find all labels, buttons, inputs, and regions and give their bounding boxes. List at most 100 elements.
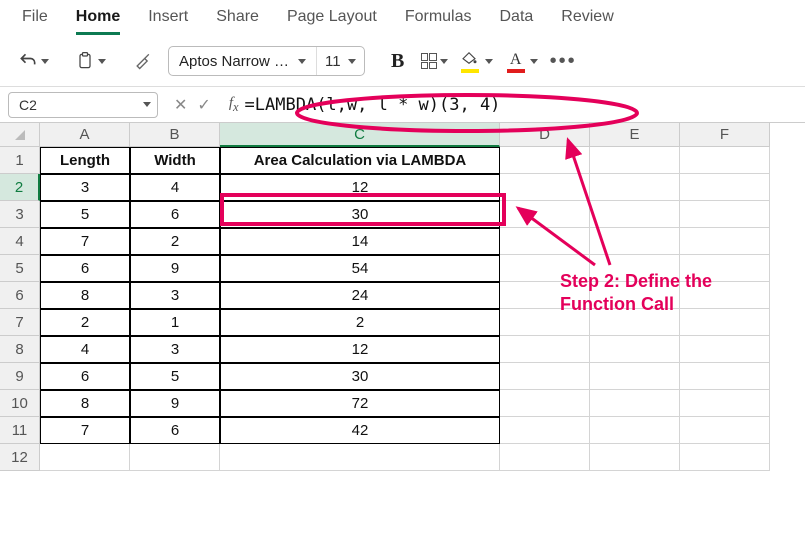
cell-c12[interactable]	[220, 444, 500, 471]
cell-a8[interactable]: 4	[40, 336, 130, 363]
name-box[interactable]: C2	[8, 92, 158, 118]
cell-e9[interactable]	[590, 363, 680, 390]
tab-data[interactable]: Data	[500, 8, 534, 32]
row-header-10[interactable]: 10	[0, 390, 40, 417]
cell-a10[interactable]: 8	[40, 390, 130, 417]
cell-d2[interactable]	[500, 174, 590, 201]
font-color-button[interactable]: A	[501, 46, 542, 76]
tab-insert[interactable]: Insert	[148, 8, 188, 32]
col-header-c[interactable]: C	[220, 123, 500, 147]
cell-f9[interactable]	[680, 363, 770, 390]
row-header-3[interactable]: 3	[0, 201, 40, 228]
cell-f10[interactable]	[680, 390, 770, 417]
tab-page-layout[interactable]: Page Layout	[287, 8, 377, 32]
cancel-formula-button[interactable]: ✕	[174, 95, 187, 115]
cell-d3[interactable]	[500, 201, 590, 228]
cell-d1[interactable]	[500, 147, 590, 174]
font-size-dropdown[interactable]: 11	[317, 53, 364, 70]
accept-formula-button[interactable]: ✓	[197, 95, 210, 115]
col-header-f[interactable]: F	[680, 123, 770, 147]
cell-a7[interactable]: 2	[40, 309, 130, 336]
bold-button[interactable]: B	[383, 46, 413, 76]
col-header-b[interactable]: B	[130, 123, 220, 147]
row-header-8[interactable]: 8	[0, 336, 40, 363]
row-header-9[interactable]: 9	[0, 363, 40, 390]
cell-f2[interactable]	[680, 174, 770, 201]
cell-c4[interactable]: 14	[220, 228, 500, 255]
cell-f4[interactable]	[680, 228, 770, 255]
cell-e3[interactable]	[590, 201, 680, 228]
cell-b12[interactable]	[130, 444, 220, 471]
col-header-e[interactable]: E	[590, 123, 680, 147]
tab-file[interactable]: File	[22, 8, 48, 32]
tab-home[interactable]: Home	[76, 8, 120, 35]
cell-c2[interactable]: 12	[220, 174, 500, 201]
cell-c9[interactable]: 30	[220, 363, 500, 390]
cell-e1[interactable]	[590, 147, 680, 174]
cell-c7[interactable]: 2	[220, 309, 500, 336]
row-header-7[interactable]: 7	[0, 309, 40, 336]
cell-c8[interactable]: 12	[220, 336, 500, 363]
cell-c11[interactable]: 42	[220, 417, 500, 444]
cell-f1[interactable]	[680, 147, 770, 174]
format-painter-button[interactable]	[128, 46, 158, 76]
row-header-6[interactable]: 6	[0, 282, 40, 309]
cell-a3[interactable]: 5	[40, 201, 130, 228]
row-header-1[interactable]: 1	[0, 147, 40, 174]
row-header-12[interactable]: 12	[0, 444, 40, 471]
cell-f8[interactable]	[680, 336, 770, 363]
col-header-d[interactable]: D	[500, 123, 590, 147]
tab-share[interactable]: Share	[216, 8, 259, 32]
cell-a12[interactable]	[40, 444, 130, 471]
cell-e2[interactable]	[590, 174, 680, 201]
cell-f11[interactable]	[680, 417, 770, 444]
cell-b4[interactable]: 2	[130, 228, 220, 255]
cell-d9[interactable]	[500, 363, 590, 390]
formula-input[interactable]: =LAMBDA(l,w, l * w)(3, 4)	[245, 95, 501, 115]
row-header-5[interactable]: 5	[0, 255, 40, 282]
cell-f12[interactable]	[680, 444, 770, 471]
col-header-a[interactable]: A	[40, 123, 130, 147]
cell-a5[interactable]: 6	[40, 255, 130, 282]
row-header-2[interactable]: 2	[0, 174, 40, 201]
cell-b5[interactable]: 9	[130, 255, 220, 282]
tab-formulas[interactable]: Formulas	[405, 8, 472, 32]
cell-b7[interactable]: 1	[130, 309, 220, 336]
cell-a4[interactable]: 7	[40, 228, 130, 255]
fill-color-button[interactable]	[456, 46, 497, 76]
more-commands-button[interactable]: •••	[550, 50, 577, 73]
cell-e4[interactable]	[590, 228, 680, 255]
cell-e11[interactable]	[590, 417, 680, 444]
cell-b10[interactable]: 9	[130, 390, 220, 417]
cell-e10[interactable]	[590, 390, 680, 417]
cell-d4[interactable]	[500, 228, 590, 255]
cell-d10[interactable]	[500, 390, 590, 417]
cell-b3[interactable]: 6	[130, 201, 220, 228]
cell-a6[interactable]: 8	[40, 282, 130, 309]
row-header-4[interactable]: 4	[0, 228, 40, 255]
borders-button[interactable]	[417, 46, 452, 76]
cell-d8[interactable]	[500, 336, 590, 363]
cell-a2[interactable]: 3	[40, 174, 130, 201]
cell-e8[interactable]	[590, 336, 680, 363]
cell-c6[interactable]: 24	[220, 282, 500, 309]
cell-c1[interactable]: Area Calculation via LAMBDA	[220, 147, 500, 174]
cell-b11[interactable]: 6	[130, 417, 220, 444]
cell-d12[interactable]	[500, 444, 590, 471]
cell-c5[interactable]: 54	[220, 255, 500, 282]
paste-button[interactable]	[71, 46, 110, 76]
row-header-11[interactable]: 11	[0, 417, 40, 444]
cell-a9[interactable]: 6	[40, 363, 130, 390]
font-name-dropdown[interactable]: Aptos Narrow …	[169, 47, 317, 75]
cell-b8[interactable]: 3	[130, 336, 220, 363]
cell-b6[interactable]: 3	[130, 282, 220, 309]
cell-d11[interactable]	[500, 417, 590, 444]
tab-review[interactable]: Review	[561, 8, 613, 32]
cell-f3[interactable]	[680, 201, 770, 228]
cell-b2[interactable]: 4	[130, 174, 220, 201]
cell-c3[interactable]: 30	[220, 201, 500, 228]
cell-b9[interactable]: 5	[130, 363, 220, 390]
cell-b1[interactable]: Width	[130, 147, 220, 174]
cell-c10[interactable]: 72	[220, 390, 500, 417]
cell-e12[interactable]	[590, 444, 680, 471]
